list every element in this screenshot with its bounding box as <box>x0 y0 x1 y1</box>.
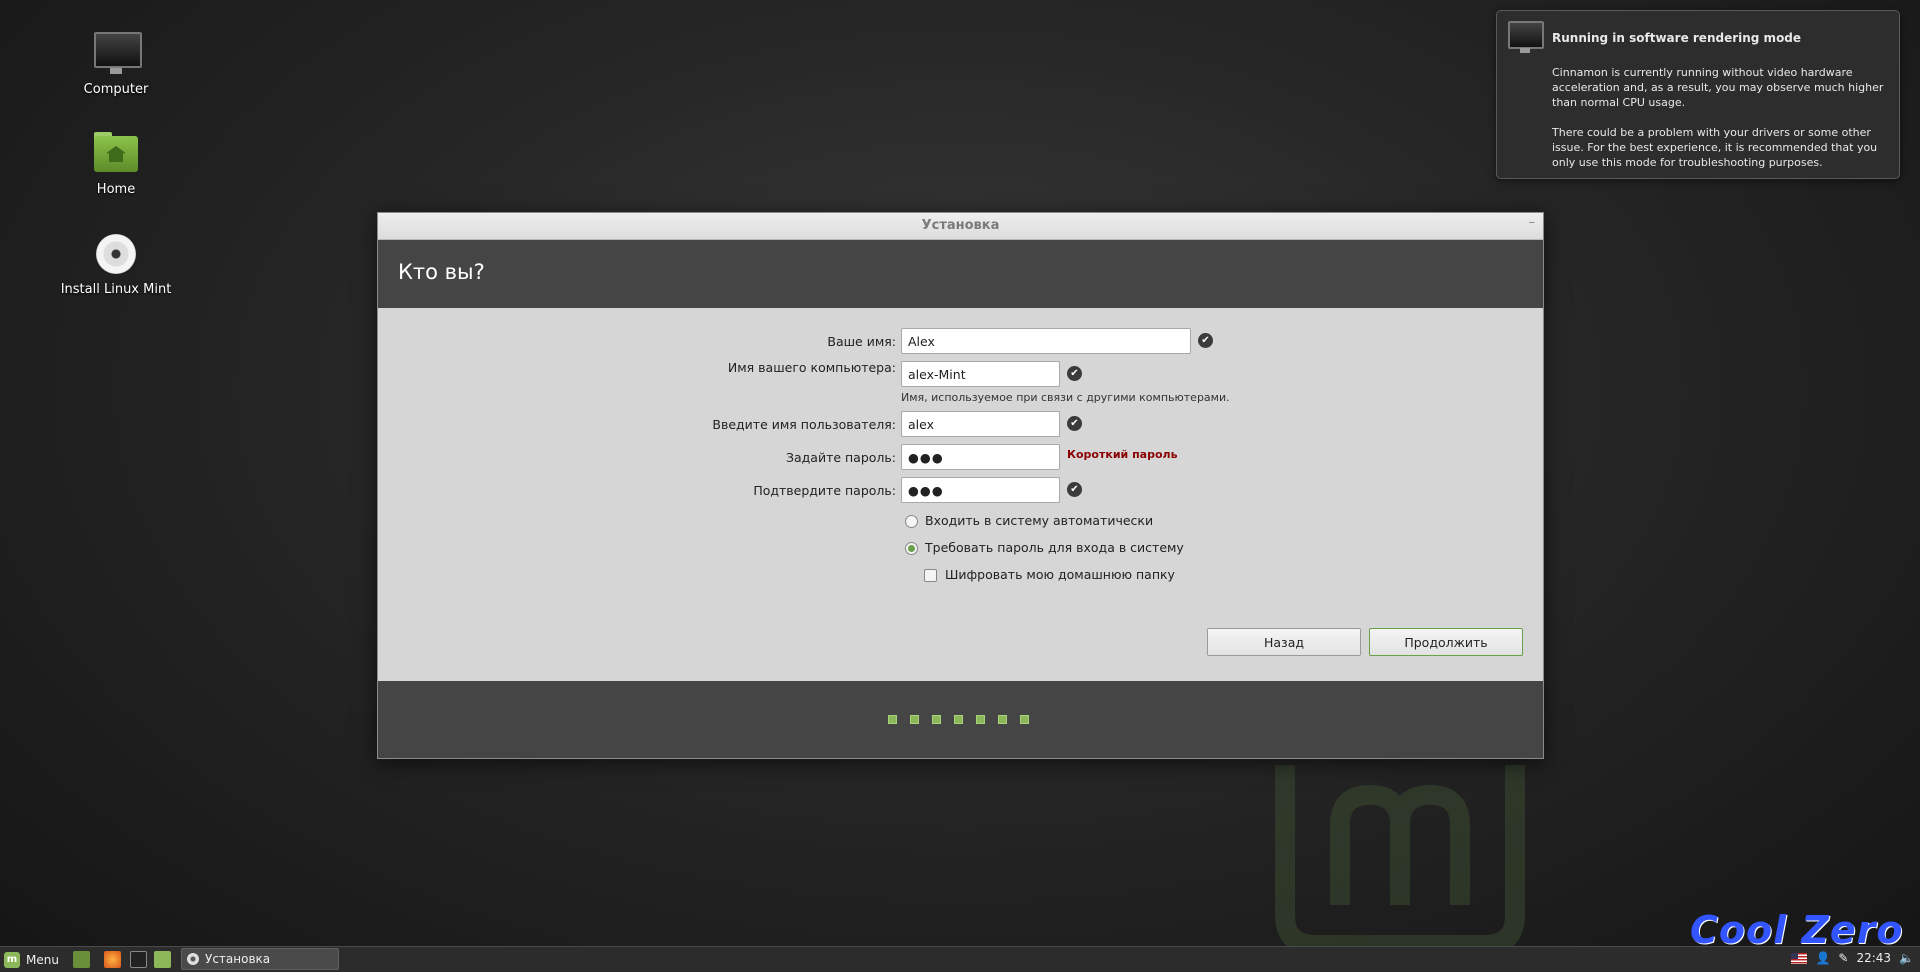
page-title: Кто вы? <box>398 260 485 284</box>
username-label: Введите имя пользователя: <box>712 417 896 432</box>
progress-dot <box>976 715 985 724</box>
progress-dot <box>888 715 897 724</box>
clock[interactable]: 22:43 <box>1856 951 1891 965</box>
desktop-icon-install-mint[interactable]: Install Linux Mint <box>41 232 191 297</box>
system-tray: 👤 ✎ 22:43 🔈 <box>1791 951 1914 965</box>
firefox-icon[interactable] <box>104 951 121 968</box>
taskbar: m Menu Установка 👤 ✎ 22:43 🔈 <box>0 946 1920 972</box>
show-desktop-icon[interactable] <box>73 951 90 968</box>
checkmark-icon: ✔ <box>1067 416 1082 431</box>
computer-name-hint: Имя, используемое при связи с другими ко… <box>901 391 1230 404</box>
keyboard-layout-flag-icon[interactable] <box>1791 952 1808 964</box>
titlebar[interactable]: Установка – <box>378 213 1543 240</box>
encrypt-home-checkbox[interactable] <box>924 569 937 582</box>
disc-icon <box>92 232 140 276</box>
computer-icon <box>92 32 142 76</box>
monitor-icon <box>1507 21 1544 55</box>
desktop-icon-home[interactable]: Home <box>41 132 191 197</box>
auto-login-radio[interactable] <box>905 515 918 528</box>
desktop-icon-label: Home <box>96 182 136 197</box>
taskbar-window-installer[interactable]: Установка <box>181 948 339 970</box>
encrypt-home-label[interactable]: Шифровать мою домашнюю папку <box>945 567 1175 582</box>
progress-dot <box>954 715 963 724</box>
disc-icon <box>187 953 199 965</box>
progress-dot <box>998 715 1007 724</box>
progress-dots <box>888 715 1029 724</box>
password-strength-warning: Короткий пароль <box>1067 448 1178 461</box>
desktop-icon-label: Computer <box>83 82 149 97</box>
checkmark-icon: ✔ <box>1067 482 1082 497</box>
network-icon[interactable]: ✎ <box>1838 951 1848 965</box>
menu-button[interactable]: m Menu <box>4 949 59 970</box>
progress-dot <box>932 715 941 724</box>
desktop-icon-label: Install Linux Mint <box>60 282 172 297</box>
computer-name-field[interactable] <box>901 361 1060 387</box>
files-icon[interactable] <box>154 951 171 968</box>
checkmark-icon: ✔ <box>1067 366 1082 381</box>
notification-body: Cinnamon is currently running without vi… <box>1552 66 1884 169</box>
require-password-label[interactable]: Требовать пароль для входа в систему <box>925 540 1184 555</box>
user-icon[interactable]: 👤 <box>1815 951 1830 965</box>
confirm-password-field[interactable] <box>901 477 1060 503</box>
page-header: Кто вы? <box>378 240 1543 308</box>
home-folder-icon <box>92 132 140 176</box>
notification-title: Running in software rendering mode <box>1552 31 1802 45</box>
mint-logo-watermark <box>1275 765 1525 955</box>
confirm-password-label: Подтвердите пароль: <box>753 483 896 498</box>
require-password-radio[interactable] <box>905 542 918 555</box>
installer-window: Установка – Кто вы? Ваше имя: ✔ Имя ваше… <box>377 212 1544 759</box>
back-button[interactable]: Назад <box>1207 628 1361 656</box>
progress-footer <box>378 681 1543 758</box>
progress-dot <box>1020 715 1029 724</box>
volume-icon[interactable]: 🔈 <box>1899 951 1914 965</box>
computer-name-label: Имя вашего компьютера: <box>727 360 896 375</box>
continue-button[interactable]: Продолжить <box>1369 628 1523 656</box>
mint-menu-icon: m <box>4 951 20 968</box>
username-field[interactable] <box>901 411 1060 437</box>
minimize-button[interactable]: – <box>1529 215 1536 230</box>
menu-label: Menu <box>26 952 59 967</box>
user-form: Ваше имя: ✔ Имя вашего компьютера: ✔ Имя… <box>378 308 1543 682</box>
terminal-icon[interactable] <box>130 951 147 968</box>
desktop-icon-computer[interactable]: Computer <box>41 32 191 97</box>
window-title: Установка <box>921 218 1000 233</box>
password-field[interactable] <box>901 444 1060 470</box>
auto-login-label[interactable]: Входить в систему автоматически <box>925 513 1153 528</box>
notification-popup[interactable]: Running in software rendering mode Cinna… <box>1496 10 1900 179</box>
password-label: Задайте пароль: <box>785 450 896 465</box>
checkmark-icon: ✔ <box>1198 333 1213 348</box>
taskbar-window-label: Установка <box>205 952 271 966</box>
name-label: Ваше имя: <box>827 334 896 349</box>
progress-dot <box>910 715 919 724</box>
name-field[interactable] <box>901 328 1191 354</box>
